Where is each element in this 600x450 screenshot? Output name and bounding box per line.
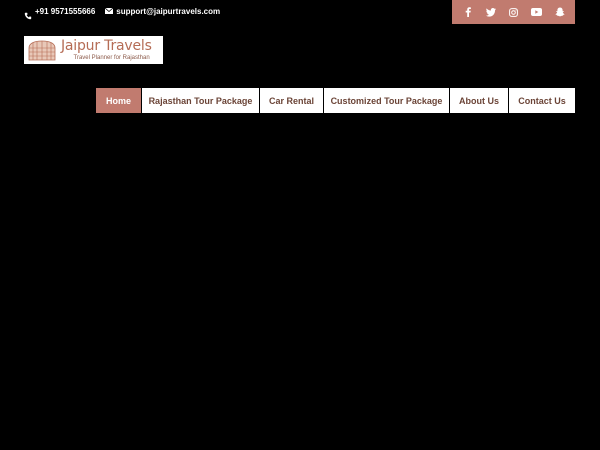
email-contact[interactable]: support@jaipurtravels.com	[105, 7, 220, 16]
nav-item-car-rental[interactable]: Car Rental	[260, 88, 324, 113]
email-address: support@jaipurtravels.com	[116, 6, 221, 16]
site-logo[interactable]: Jaipur Travels Travel Planner for Rajast…	[24, 36, 163, 64]
main-navigation: Home Rajasthan Tour Package Car Rental C…	[96, 88, 575, 113]
social-links	[452, 0, 575, 24]
logo-title: Jaipur Travels	[61, 38, 152, 54]
phone-number: +91 9571555666	[35, 6, 96, 16]
instagram-icon[interactable]	[508, 6, 520, 18]
nav-item-rajasthan-tour-package[interactable]: Rajasthan Tour Package	[142, 88, 260, 113]
snapchat-icon[interactable]	[554, 6, 566, 18]
logo-tagline: Travel Planner for Rajasthan	[73, 55, 150, 61]
nav-item-about-us[interactable]: About Us	[450, 88, 509, 113]
envelope-icon	[105, 7, 114, 16]
contact-bar: +91 9571555666 support@jaipurtravels.com	[24, 6, 230, 20]
twitter-icon[interactable]	[485, 6, 497, 18]
nav-item-contact-us[interactable]: Contact Us	[509, 88, 575, 113]
hawa-mahal-logo-icon	[27, 39, 57, 61]
logo-text: Jaipur Travels Travel Planner for Rajast…	[61, 39, 152, 61]
facebook-icon[interactable]	[462, 6, 474, 18]
phone-icon	[24, 6, 32, 20]
phone-contact[interactable]: +91 9571555666	[24, 6, 96, 20]
youtube-icon[interactable]	[531, 6, 543, 18]
nav-item-customized-tour-package[interactable]: Customized Tour Package	[324, 88, 450, 113]
nav-item-home[interactable]: Home	[96, 88, 142, 113]
page: +91 9571555666 support@jaipurtravels.com	[0, 0, 600, 450]
